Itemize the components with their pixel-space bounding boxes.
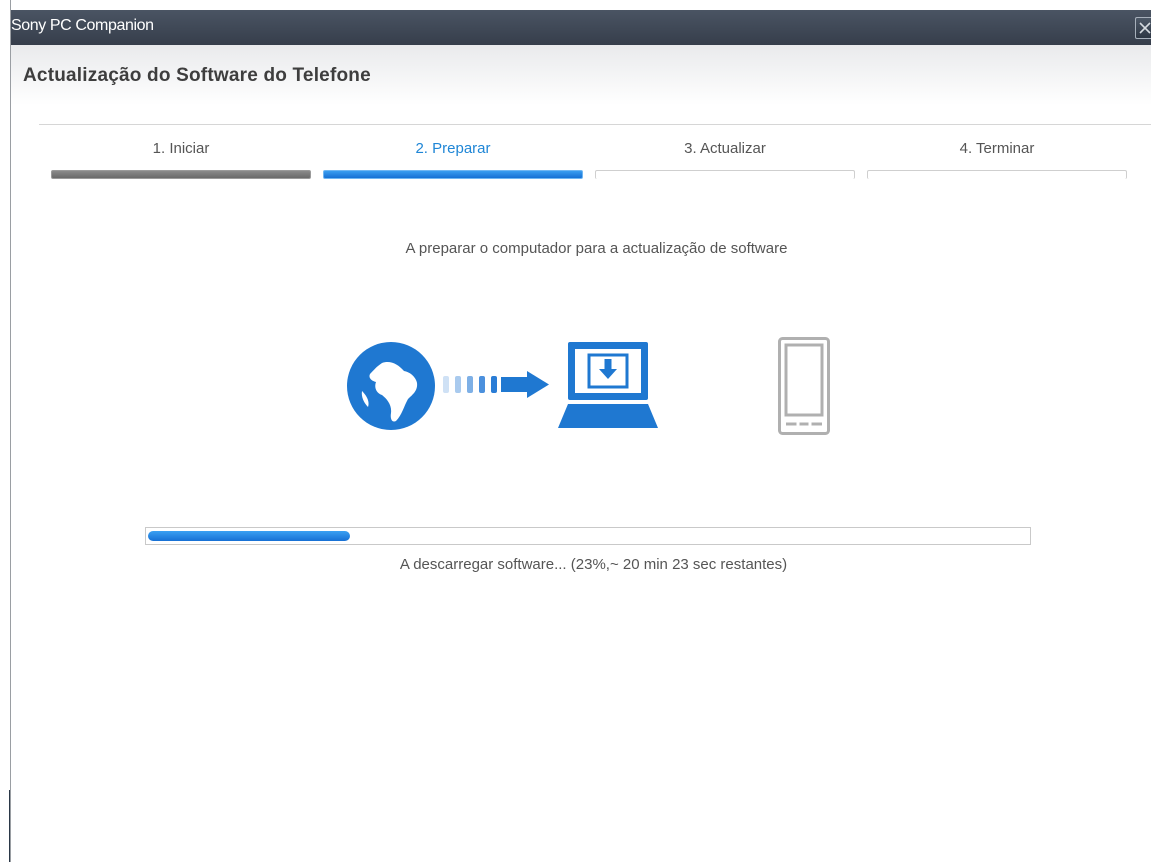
download-progress-text: A descarregar software... (23%,~ 20 min … [399, 556, 788, 573]
app-window: Sony PC Companion Actualização do Softwa… [10, 0, 1151, 862]
globe-icon [347, 342, 435, 430]
step-bar-actualizar [595, 170, 855, 179]
close-icon [1139, 22, 1151, 34]
step-bar-terminar [867, 170, 1127, 179]
status-subtitle: A preparar o computador para a actualiza… [405, 240, 788, 257]
divider [39, 124, 1151, 125]
step-bar-preparar [323, 170, 583, 179]
phone-icon [778, 337, 830, 435]
download-progress-bar [145, 527, 1031, 545]
download-progress-fill [148, 531, 350, 541]
step-label-iniciar: 1. Iniciar [152, 140, 210, 157]
title-bar[interactable]: Sony PC Companion [11, 10, 1151, 45]
laptop-download-icon [558, 342, 658, 428]
step-label-actualizar: 3. Actualizar [684, 140, 766, 157]
step-bar-iniciar [51, 170, 311, 179]
page-title: Actualização do Software do Telefone [23, 65, 371, 86]
close-button[interactable] [1135, 17, 1151, 39]
step-label-preparar: 2. Preparar [415, 140, 491, 157]
app-title: Sony PC Companion [11, 17, 154, 34]
step-label-terminar: 4. Terminar [959, 140, 1035, 157]
dotted-arrow-icon [443, 371, 549, 398]
page-header: Actualização do Software do Telefone [11, 45, 1151, 105]
